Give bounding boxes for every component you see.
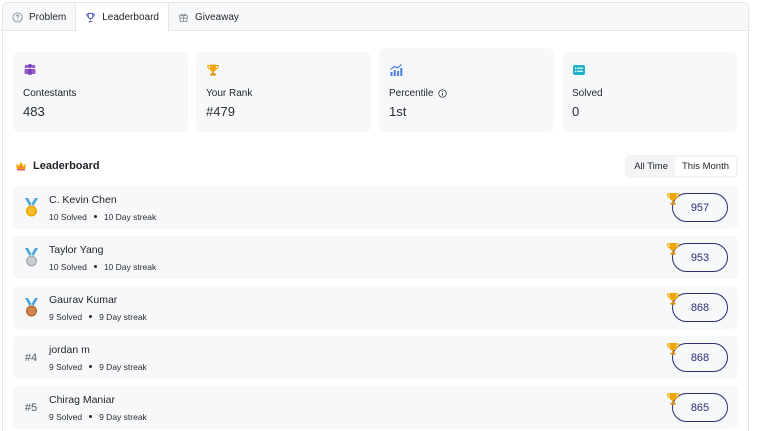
user-meta: 9 Solved 9 Day streak: [49, 312, 147, 322]
stat-contestants-label: Contestants: [23, 87, 77, 99]
crown-icon: [16, 162, 26, 171]
stat-percentile-label-text: Percentile: [389, 87, 434, 99]
rank-cell: #5: [13, 402, 49, 414]
stats-row: Contestants 483 Your Rank #479 Percentil…: [13, 48, 738, 132]
trophy-icon: [207, 64, 219, 76]
tab-leaderboard-label: Leaderboard: [102, 11, 159, 23]
day-streak: 9 Day streak: [99, 361, 147, 372]
separator-dot: [89, 315, 93, 318]
user-name[interactable]: Taylor Yang: [49, 244, 156, 256]
leaderboard-header: Leaderboard All Time This Month: [13, 154, 738, 178]
leaderboard-title-text: Leaderboard: [33, 160, 100, 172]
stat-percentile: Percentile 1st: [379, 48, 554, 132]
rank-cell: [13, 297, 49, 318]
user-name[interactable]: jordan m: [49, 344, 147, 356]
toggle-all-time[interactable]: All Time: [627, 157, 675, 176]
tab-bar: Problem Leaderboard Giveaway: [3, 3, 748, 31]
leaderboard-row[interactable]: #5 Chirag Maniar 9 Solved 9 Day streak 8…: [13, 386, 738, 429]
users-icon: [24, 64, 36, 75]
separator-dot: [89, 415, 93, 418]
separator-dot: [93, 265, 97, 268]
day-streak: 9 Day streak: [99, 311, 147, 322]
bronze-medal-icon: [24, 297, 38, 316]
toggle-this-month[interactable]: This Month: [675, 156, 736, 176]
user-name[interactable]: Gaurav Kumar: [49, 294, 147, 306]
user-meta: 9 Solved 9 Day streak: [49, 412, 147, 422]
tab-giveaway-label: Giveaway: [194, 11, 239, 23]
leaderboard-list: C. Kevin Chen 10 Solved 10 Day streak 95…: [13, 186, 738, 429]
tab-problem[interactable]: Problem: [3, 3, 77, 31]
help-circle-icon: [12, 11, 23, 23]
stat-your-rank-label: Your Rank: [206, 87, 253, 99]
separator-dot: [93, 215, 97, 218]
stat-solved-value: 0: [572, 104, 580, 119]
stat-percentile-label: Percentile: [389, 87, 544, 99]
solved-count: 10 Solved: [49, 211, 87, 222]
day-streak: 9 Day streak: [99, 411, 147, 422]
tab-giveaway[interactable]: Giveaway: [169, 3, 248, 31]
solved-count: 9 Solved: [49, 361, 83, 372]
gold-medal-icon: [24, 197, 38, 216]
rank-number: #4: [24, 351, 38, 364]
user-info: Gaurav Kumar 9 Solved 9 Day streak: [49, 294, 147, 322]
leaderboard-title: Leaderboard: [13, 160, 100, 172]
trophy-icon: [666, 243, 680, 255]
stat-your-rank: Your Rank #479: [196, 52, 371, 132]
stat-contestants: Contestants 483: [13, 52, 188, 132]
rank-cell: [13, 247, 49, 268]
separator-dot: [89, 365, 93, 368]
user-name[interactable]: Chirag Maniar: [49, 394, 147, 406]
tab-problem-label: Problem: [29, 11, 67, 23]
leaderboard-row[interactable]: C. Kevin Chen 10 Solved 10 Day streak 95…: [13, 186, 738, 229]
user-info: Chirag Maniar 9 Solved 9 Day streak: [49, 394, 147, 422]
user-meta: 10 Solved 10 Day streak: [49, 212, 156, 222]
gift-icon: [178, 13, 189, 22]
list-icon: [573, 65, 585, 75]
user-meta: 9 Solved 9 Day streak: [49, 362, 147, 372]
solved-count: 9 Solved: [49, 311, 83, 322]
score-badge: 957: [672, 193, 728, 222]
stat-contestants-value: 483: [23, 104, 45, 119]
leaderboard-content: Contestants 483 Your Rank #479 Percentil…: [3, 48, 748, 429]
time-range-toggle: All Time This Month: [625, 154, 738, 178]
trophy-icon: [666, 393, 680, 405]
user-info: C. Kevin Chen 10 Solved 10 Day streak: [49, 194, 156, 222]
trophy-icon: [86, 12, 96, 22]
score-badge: 868: [672, 293, 728, 322]
trophy-icon: [666, 193, 680, 205]
solved-count: 9 Solved: [49, 411, 83, 422]
solved-count: 10 Solved: [49, 261, 87, 272]
stat-your-rank-value: #479: [206, 104, 235, 119]
stat-solved: Solved 0: [562, 52, 737, 132]
day-streak: 10 Day streak: [103, 211, 157, 222]
rank-cell: [13, 197, 49, 218]
score-badge: 865: [672, 393, 728, 422]
trophy-icon: [666, 293, 680, 305]
leaderboard-panel: Problem Leaderboard Giveaway Contestants…: [2, 2, 749, 431]
day-streak: 10 Day streak: [103, 261, 157, 272]
score-badge: 953: [672, 243, 728, 272]
leaderboard-row[interactable]: Gaurav Kumar 9 Solved 9 Day streak 868: [13, 286, 738, 329]
tab-leaderboard[interactable]: Leaderboard: [76, 3, 169, 31]
chart-up-icon: [390, 64, 403, 76]
stat-solved-label: Solved: [572, 87, 603, 99]
rank-number: #5: [24, 401, 38, 414]
user-name[interactable]: C. Kevin Chen: [49, 194, 156, 206]
trophy-icon: [666, 343, 680, 355]
silver-medal-icon: [24, 247, 38, 266]
score-badge: 868: [672, 343, 728, 372]
rank-cell: #4: [13, 352, 49, 364]
info-icon[interactable]: [438, 88, 448, 98]
user-meta: 10 Solved 10 Day streak: [49, 262, 156, 272]
leaderboard-row[interactable]: Taylor Yang 10 Solved 10 Day streak 953: [13, 236, 738, 279]
user-info: jordan m 9 Solved 9 Day streak: [49, 344, 147, 372]
user-info: Taylor Yang 10 Solved 10 Day streak: [49, 244, 156, 272]
stat-percentile-value: 1st: [389, 104, 407, 119]
leaderboard-row[interactable]: #4 jordan m 9 Solved 9 Day streak 868: [13, 336, 738, 379]
